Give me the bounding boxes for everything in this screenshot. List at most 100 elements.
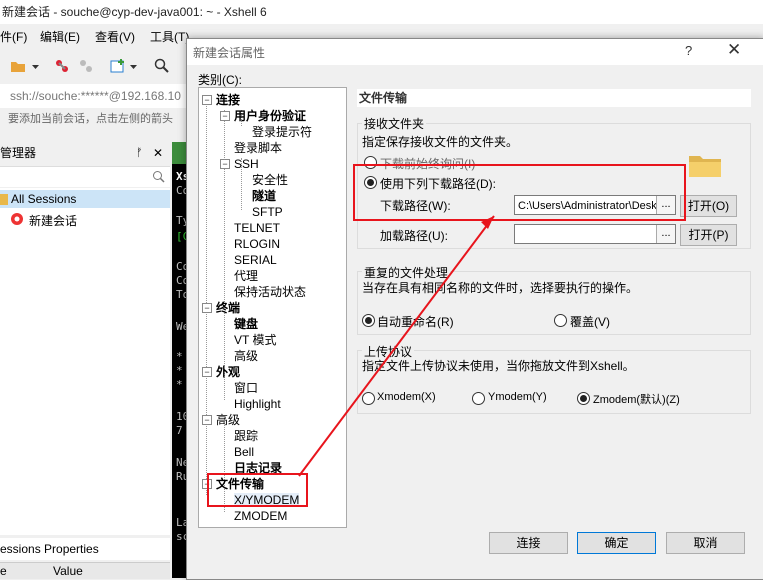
tree-advanced-terminal[interactable]: 高级 (234, 349, 258, 363)
session-icon (11, 213, 23, 225)
upload-protocol-desc: 指定文件上传协议未使用，当你拖放文件到Xshell。 (362, 359, 635, 373)
tree-keepalive[interactable]: 保持活动状态 (234, 285, 306, 299)
terminal-line: * (176, 378, 183, 391)
tree-appearance[interactable]: 外观 (216, 365, 240, 379)
ymodem-radio[interactable] (472, 392, 485, 405)
toolbar (0, 50, 190, 84)
tree-terminal[interactable]: 终端 (216, 301, 240, 315)
close-icon[interactable]: ✕ (153, 142, 163, 164)
duplicate-desc: 当存在具有相同名称的文件时，选择要执行的操作。 (362, 281, 639, 295)
terminal-line: * (176, 350, 183, 363)
session-tree: All Sessions 新建会话 (0, 188, 170, 535)
folder-icon (0, 194, 8, 205)
dropdown-arrow-icon[interactable] (32, 58, 40, 74)
ymodem-label[interactable]: Ymodem(Y) (488, 391, 547, 403)
receive-group-label: 接收文件夹 (362, 115, 427, 132)
tree-keyboard[interactable]: 键盘 (234, 317, 258, 331)
tree-telnet[interactable]: TELNET (234, 221, 280, 235)
tree-label-all-sessions: All Sessions (11, 192, 77, 206)
tree-window[interactable]: 窗口 (234, 381, 258, 395)
menu-edit[interactable]: 编辑(E) (40, 26, 80, 48)
cancel-button[interactable]: 取消 (666, 532, 745, 554)
tree-vt-mode[interactable]: VT 模式 (234, 333, 276, 347)
xmodem-radio[interactable] (362, 392, 375, 405)
folder-icon (689, 156, 721, 177)
menu-view[interactable]: 查看(V) (95, 26, 135, 48)
tree-advanced[interactable]: 高级 (216, 413, 240, 427)
collapse-toggle-icon[interactable]: − (202, 367, 212, 377)
category-tree: − 连接 − 用户身份验证 登录提示符 登录脚本 − SSH 安全性 隧道 SF… (198, 87, 347, 528)
tree-security[interactable]: 安全性 (252, 173, 288, 187)
tree-rlogin[interactable]: RLOGIN (234, 237, 280, 251)
overwrite-radio[interactable] (554, 314, 567, 327)
tree-tunnel[interactable]: 隧道 (252, 189, 276, 203)
dialog-title-bar: 新建会话属性 ? ✕ (187, 39, 763, 65)
session-search-bar[interactable] (0, 166, 170, 187)
properties-columns: e Value (0, 562, 170, 579)
browse-upload-button[interactable]: ... (656, 225, 675, 243)
hint-text: 要添加当前会话，点击左侧的箭头 (8, 113, 173, 125)
dropdown-arrow-icon-2[interactable] (130, 58, 138, 74)
tree-label-new-session: 新建会话 (29, 214, 78, 228)
disconnect-icon[interactable] (78, 58, 94, 74)
tree-item-new-session[interactable]: 新建会话 (0, 210, 170, 228)
tree-trace[interactable]: 跟踪 (234, 429, 258, 443)
collapse-toggle-icon[interactable]: − (220, 111, 230, 121)
column-name-header[interactable]: e (0, 563, 7, 579)
ok-button[interactable]: 确定 (577, 532, 656, 554)
xmodem-label[interactable]: Xmodem(X) (377, 391, 436, 403)
hint-bar: 要添加当前会话，点击左侧的箭头 (0, 108, 190, 130)
collapse-toggle-icon[interactable]: − (220, 159, 230, 169)
tree-login-prompt[interactable]: 登录提示符 (252, 125, 312, 139)
tree-login-script[interactable]: 登录脚本 (234, 141, 282, 155)
overwrite-label[interactable]: 覆盖(V) (570, 313, 610, 330)
tree-proxy[interactable]: 代理 (234, 269, 258, 283)
new-tab-icon[interactable] (110, 58, 126, 74)
receive-desc: 指定保存接收文件的文件夹。 (362, 135, 519, 149)
menu-file[interactable]: 件(F) (0, 26, 27, 48)
auto-rename-radio[interactable] (362, 314, 375, 327)
tree-item-all-sessions[interactable]: All Sessions (0, 190, 170, 208)
terminal-line: * (176, 364, 183, 377)
pin-icon[interactable]: ᚠ (136, 142, 143, 164)
collapse-toggle-icon[interactable]: − (202, 95, 212, 105)
search-icon-small[interactable] (152, 170, 166, 184)
open-upload-button[interactable]: 打开(P) (680, 224, 737, 246)
category-label: 类别(C): (198, 73, 242, 87)
collapse-toggle-icon[interactable]: − (202, 303, 212, 313)
search-icon[interactable] (154, 58, 170, 74)
connect-button[interactable]: 连接 (489, 532, 568, 554)
dialog-title: 新建会话属性 (193, 46, 266, 60)
column-value-header[interactable]: Value (53, 563, 83, 579)
menu-tools[interactable]: 工具(T) (150, 26, 189, 48)
zmodem-radio[interactable] (577, 392, 590, 405)
tree-highlight[interactable]: Highlight (234, 397, 281, 411)
terminal-line: 7 (176, 424, 183, 437)
tree-connection[interactable]: 连接 (216, 93, 240, 107)
collapse-toggle-icon[interactable]: − (202, 415, 212, 425)
settings-pane: 文件传输 接收文件夹 指定保存接收文件的文件夹。 下载前始终询问(I) 使用下列… (352, 87, 751, 526)
close-icon[interactable]: ✕ (727, 40, 741, 60)
tree-ssh[interactable]: SSH (234, 157, 259, 171)
address-text: ssh://souche:******@192.168.10 (10, 89, 181, 103)
tree-user-auth[interactable]: 用户身份验证 (234, 109, 306, 123)
tree-zmodem[interactable]: ZMODEM (234, 509, 287, 523)
session-manager-header: 管理器 ᚠ ✕ (0, 142, 172, 164)
properties-title: essions Properties (0, 542, 99, 556)
open-folder-icon[interactable] (10, 58, 26, 74)
annotation-box-tree (207, 473, 308, 507)
app-title-bar: 新建会话 - souche@cyp-dev-java001: ~ - Xshel… (0, 0, 763, 24)
auto-rename-label[interactable]: 自动重命名(R) (377, 313, 454, 330)
upload-path-label: 加载路径(U): (380, 229, 448, 243)
properties-header: essions Properties (0, 538, 170, 560)
tree-serial[interactable]: SERIAL (234, 253, 277, 267)
upload-path-input[interactable]: ... (514, 224, 676, 244)
open-download-button[interactable]: 打开(O) (680, 195, 737, 217)
zmodem-label[interactable]: Zmodem(默认)(Z) (593, 391, 680, 407)
session-properties-dialog: 新建会话属性 ? ✕ 类别(C): − 连接 − 用户身份验证 登录提示符 登录… (186, 38, 763, 580)
tree-bell[interactable]: Bell (234, 445, 254, 459)
tree-sftp[interactable]: SFTP (252, 205, 283, 219)
address-bar[interactable]: ssh://souche:******@192.168.10 (0, 84, 190, 108)
connect-icon[interactable] (54, 58, 70, 74)
help-icon[interactable]: ? (685, 43, 692, 58)
